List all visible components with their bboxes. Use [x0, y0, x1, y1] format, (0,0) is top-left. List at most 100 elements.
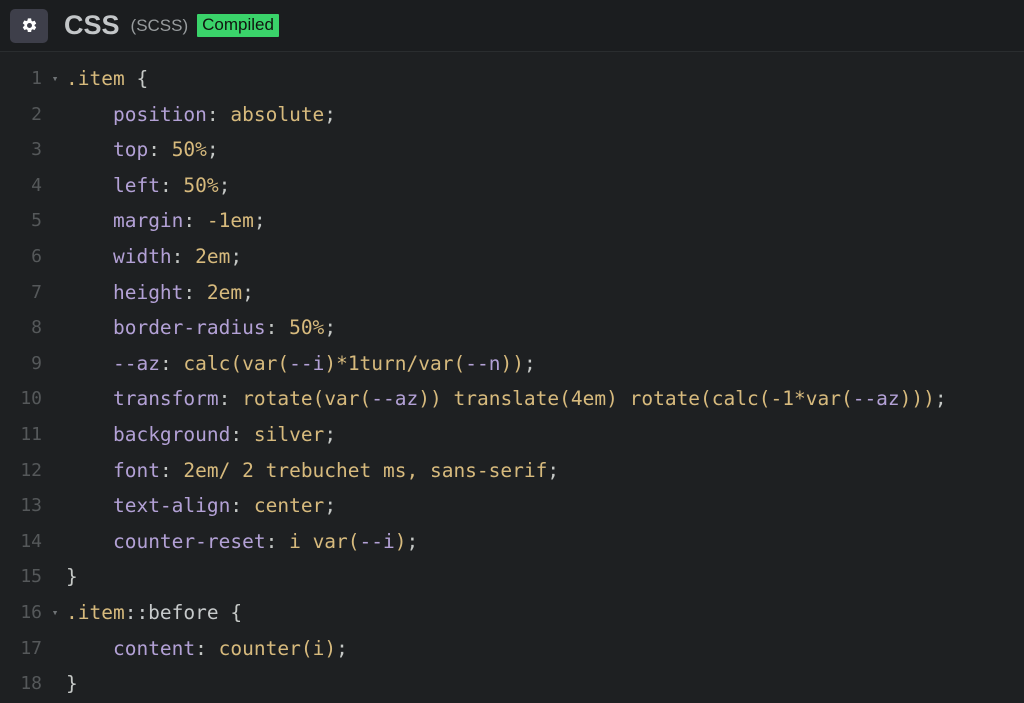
code-token: }: [66, 565, 78, 588]
line-number: 8: [0, 310, 42, 346]
code-line[interactable]: 13 text-align: center;: [0, 488, 1024, 524]
line-number: 15: [0, 559, 42, 595]
code-text: width: 2em;: [66, 239, 242, 275]
code-token: content: [113, 637, 195, 660]
code-token: width: [113, 245, 172, 268]
code-text: .item::before {: [66, 595, 242, 631]
code-text: text-align: center;: [66, 488, 336, 524]
code-line[interactable]: 14 counter-reset: i var(--i);: [0, 524, 1024, 560]
code-token: 2em: [195, 245, 230, 268]
line-number: 2: [0, 97, 42, 133]
code-text: left: 50%;: [66, 168, 230, 204]
code-token: ;: [230, 245, 242, 268]
code-token: text-align: [113, 494, 230, 517]
code-line[interactable]: 18}: [0, 666, 1024, 702]
fold-toggle-icon[interactable]: ▾: [48, 61, 62, 97]
code-token: ): [324, 352, 336, 375]
code-token: )): [418, 387, 453, 410]
code-token: *1turn/: [336, 352, 418, 375]
code-line[interactable]: 6 width: 2em;: [0, 239, 1024, 275]
code-line[interactable]: 7 height: 2em;: [0, 275, 1024, 311]
code-token: :: [183, 281, 206, 304]
code-token: :: [148, 138, 171, 161]
line-number: 11: [0, 417, 42, 453]
code-token: :: [160, 459, 183, 482]
code-text: transform: rotate(var(--az)) translate(4…: [66, 381, 947, 417]
code-token: :: [266, 316, 289, 339]
line-number: 14: [0, 524, 42, 560]
code-token: margin: [113, 209, 183, 232]
code-token: -1*: [771, 387, 806, 410]
code-line[interactable]: 12 font: 2em/ 2 trebuchet ms, sans-serif…: [0, 453, 1024, 489]
code-token: var(: [806, 387, 853, 410]
code-token: --n: [465, 352, 500, 375]
code-line[interactable]: 11 background: silver;: [0, 417, 1024, 453]
code-token: ;: [219, 174, 231, 197]
code-token: calc(: [183, 352, 242, 375]
code-token: transform: [113, 387, 219, 410]
gear-icon: [21, 17, 38, 34]
code-token: -1em: [207, 209, 254, 232]
code-token: 2em/ 2 trebuchet ms, sans-serif: [183, 459, 547, 482]
settings-button[interactable]: [10, 9, 48, 43]
code-line[interactable]: 15}: [0, 559, 1024, 595]
line-number: 17: [0, 631, 42, 667]
code-token: ;: [336, 637, 348, 660]
code-token: i: [313, 637, 325, 660]
code-token: :: [160, 174, 183, 197]
code-token: ;: [207, 138, 219, 161]
code-text: .item {: [66, 61, 148, 97]
code-token: ;: [324, 316, 336, 339]
code-token: ;: [242, 281, 254, 304]
code-line[interactable]: 3 top: 50%;: [0, 132, 1024, 168]
code-line[interactable]: 2 position: absolute;: [0, 97, 1024, 133]
code-text: height: 2em;: [66, 275, 254, 311]
code-token: ))): [900, 387, 935, 410]
preprocessor-label: (SCSS): [131, 17, 189, 34]
code-line[interactable]: 17 content: counter(i);: [0, 631, 1024, 667]
code-token: --az: [853, 387, 900, 410]
line-number: 9: [0, 346, 42, 382]
code-token: ;: [324, 103, 336, 126]
code-token: --az: [113, 352, 160, 375]
code-token: [219, 601, 231, 624]
code-text: --az: calc(var(--i)*1turn/var(--n));: [66, 346, 536, 382]
code-line[interactable]: 4 left: 50%;: [0, 168, 1024, 204]
editor-header: CSS (SCSS) Compiled: [0, 0, 1024, 52]
code-token: --az: [371, 387, 418, 410]
code-token: center: [254, 494, 324, 517]
code-token: i: [289, 530, 312, 553]
code-token: :: [230, 494, 253, 517]
code-line[interactable]: 1▾.item {: [0, 61, 1024, 97]
code-token: :: [266, 530, 289, 553]
code-token: counter(: [219, 637, 313, 660]
code-token: ;: [324, 494, 336, 517]
code-editor[interactable]: 1▾.item {2 position: absolute;3 top: 50%…: [0, 52, 1024, 703]
line-number: 13: [0, 488, 42, 524]
code-line[interactable]: 8 border-radius: 50%;: [0, 310, 1024, 346]
code-token: absolute: [230, 103, 324, 126]
code-token: :: [230, 423, 253, 446]
code-token: {: [136, 67, 148, 90]
status-badge: Compiled: [197, 14, 279, 37]
code-text: background: silver;: [66, 417, 336, 453]
line-number: 10: [0, 381, 42, 417]
code-line[interactable]: 16▾.item::before {: [0, 595, 1024, 631]
code-token: ): [324, 637, 336, 660]
fold-toggle-icon[interactable]: ▾: [48, 595, 62, 631]
code-token: 50%: [172, 138, 207, 161]
code-token: --i: [289, 352, 324, 375]
line-number: 3: [0, 132, 42, 168]
code-token: .item: [66, 67, 125, 90]
code-token: )): [500, 352, 523, 375]
code-line[interactable]: 10 transform: rotate(var(--az)) translat…: [0, 381, 1024, 417]
code-token: position: [113, 103, 207, 126]
code-token: 4em: [571, 387, 606, 410]
code-text: top: 50%;: [66, 132, 219, 168]
code-line[interactable]: 9 --az: calc(var(--i)*1turn/var(--n));: [0, 346, 1024, 382]
code-token: {: [230, 601, 242, 624]
code-text: font: 2em/ 2 trebuchet ms, sans-serif;: [66, 453, 559, 489]
code-line[interactable]: 5 margin: -1em;: [0, 203, 1024, 239]
code-token: [125, 67, 137, 90]
code-token: ;: [524, 352, 536, 375]
